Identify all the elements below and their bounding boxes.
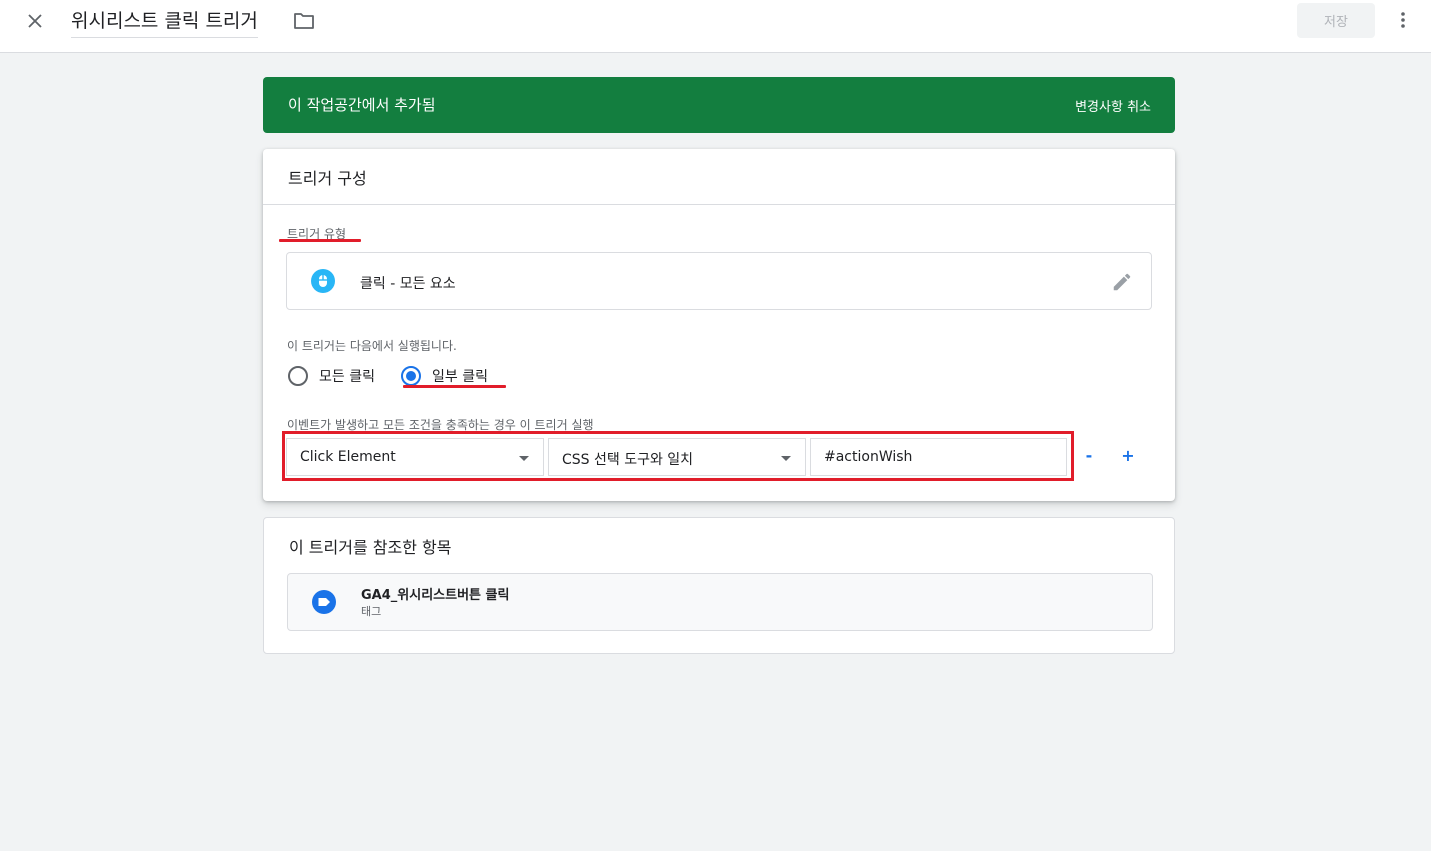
edit-icon[interactable] — [1111, 271, 1133, 293]
radio-label: 모든 클릭 — [319, 369, 375, 385]
save-button[interactable]: 저장 — [1297, 3, 1375, 38]
trigger-type-value: 클릭 - 모든 요소 — [360, 276, 456, 292]
highlight-underline — [279, 239, 361, 242]
mouse-icon — [311, 269, 335, 293]
more-vert-icon — [1401, 12, 1405, 28]
trigger-config-card: 트리거 구성 트리거 유형 클릭 - 모든 요소 이 트리거는 다음에서 실행됩… — [263, 149, 1175, 501]
radio-button-checked[interactable] — [400, 366, 421, 386]
trigger-type-selector[interactable]: 클릭 - 모든 요소 — [286, 252, 1152, 310]
radio-label: 일부 클릭 — [431, 369, 488, 385]
trigger-name-field[interactable]: 위시리스트 클릭 트리거 — [71, 6, 258, 38]
top-bar: 위시리스트 클릭 트리거 저장 — [0, 0, 1431, 53]
add-condition-button[interactable]: + — [1117, 445, 1139, 467]
reference-item[interactable]: GA4_위시리스트버튼 클릭 태그 — [287, 573, 1153, 631]
tag-icon — [312, 590, 336, 614]
close-button[interactable] — [22, 8, 48, 34]
reference-name: GA4_위시리스트버튼 클릭 — [361, 588, 510, 603]
card-title: 트리거 구성 — [288, 169, 367, 188]
radio-button-unchecked[interactable] — [288, 366, 308, 386]
fire-on-label: 이 트리거는 다음에서 실행됩니다. — [287, 339, 457, 353]
banner-message: 이 작업공간에서 추가됨 — [288, 96, 436, 114]
references-card: 이 트리거를 참조한 항목 GA4_위시리스트버튼 클릭 태그 — [263, 517, 1175, 654]
highlight-box — [282, 431, 1074, 481]
workspace-banner: 이 작업공간에서 추가됨 변경사항 취소 — [263, 77, 1175, 133]
radio-all-clicks[interactable]: 모든 클릭 — [288, 366, 375, 386]
remove-condition-button[interactable]: - — [1078, 445, 1100, 467]
highlight-underline — [403, 385, 506, 388]
revert-changes-button[interactable]: 변경사항 취소 — [1075, 96, 1151, 115]
close-icon — [28, 14, 42, 28]
folder-button[interactable] — [292, 9, 316, 33]
more-options-button[interactable] — [1392, 8, 1414, 32]
radio-some-clicks[interactable]: 일부 클릭 — [400, 366, 488, 386]
folder-icon — [294, 13, 314, 29]
references-title: 이 트리거를 참조한 항목 — [289, 538, 452, 557]
reference-type: 태그 — [361, 605, 382, 618]
card-header: 트리거 구성 — [263, 149, 1175, 205]
